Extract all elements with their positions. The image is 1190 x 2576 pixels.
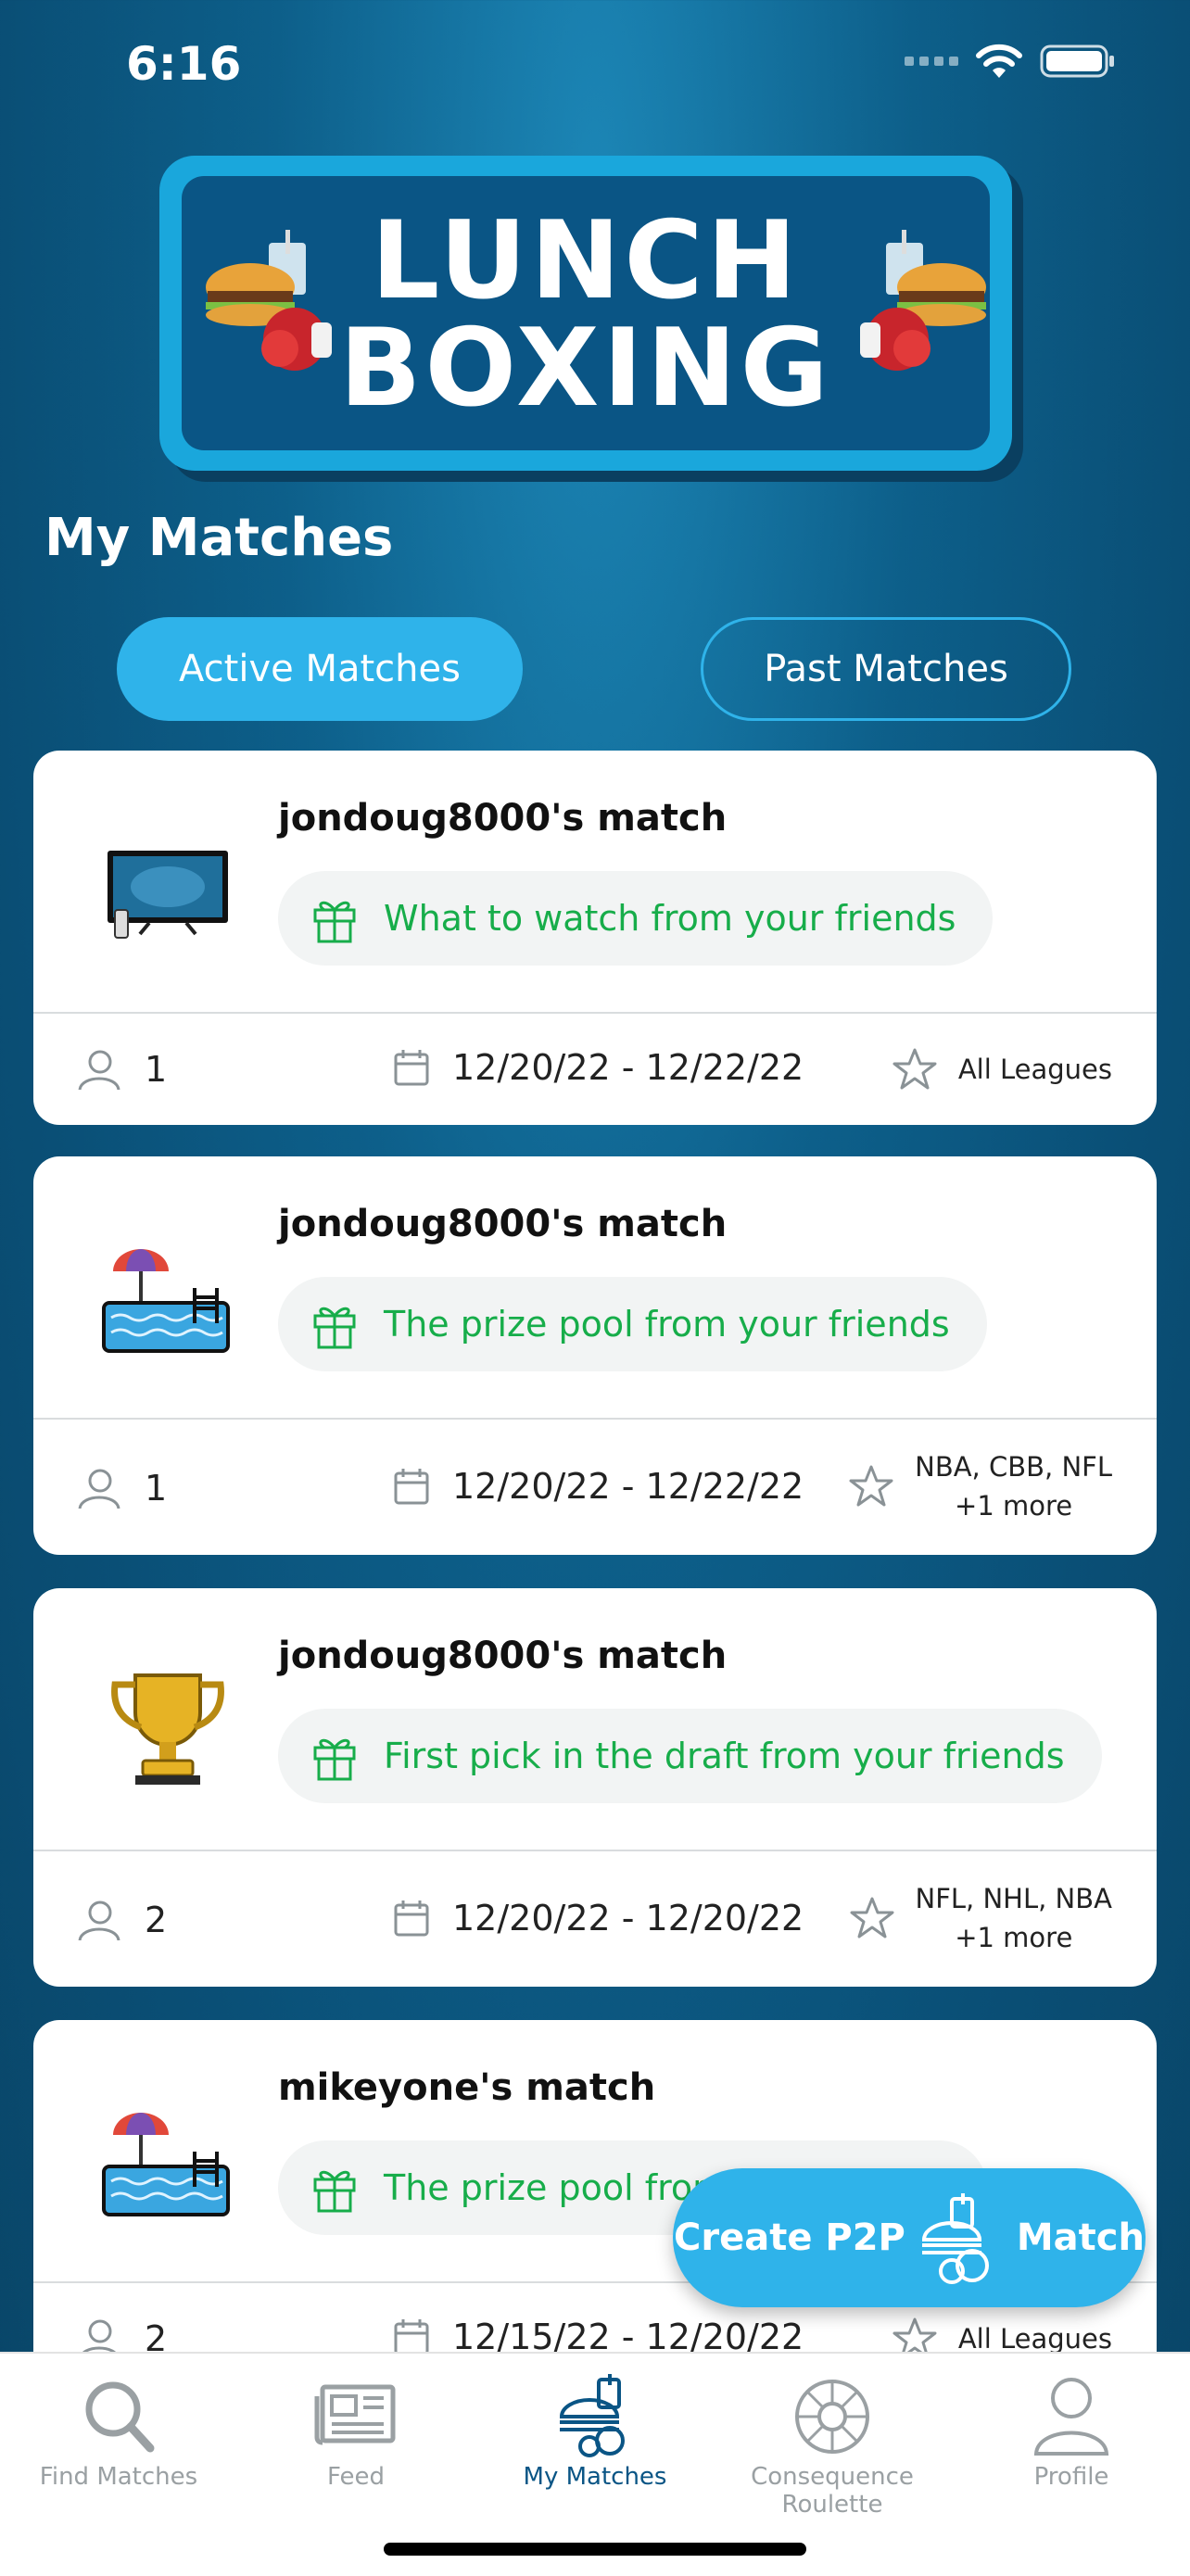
user-icon xyxy=(78,1050,120,1091)
match-leagues: All Leagues xyxy=(892,1047,1112,1092)
match-title: mikeyone's match xyxy=(278,2066,656,2109)
roulette-icon xyxy=(795,2380,869,2454)
user-icon xyxy=(82,2319,116,2352)
status-bar: 6:16 xyxy=(0,0,1190,139)
star-icon xyxy=(892,2317,937,2352)
home-indicator xyxy=(384,2543,806,2556)
match-card[interactable]: jondoug8000's match First pick in the dr… xyxy=(33,1588,1157,1987)
status-icons xyxy=(905,43,1116,80)
calendar-icon xyxy=(394,1050,429,1086)
lunch-box-icon xyxy=(921,2193,989,2284)
star-icon xyxy=(850,1897,893,1938)
gift-icon xyxy=(313,1307,356,1349)
match-dates: 12/15/22 - 12/20/22 xyxy=(393,2317,804,2352)
wifi-icon xyxy=(976,44,1022,78)
players-count: 2 xyxy=(76,2317,167,2352)
user-icon xyxy=(78,1469,120,1509)
trophy-icon xyxy=(111,1673,224,1785)
match-card[interactable]: jondoug8000's match The prize pool from … xyxy=(33,1156,1157,1555)
profile-icon xyxy=(1033,2378,1109,2456)
user-icon xyxy=(78,1900,120,1941)
create-p2p-match-button[interactable]: Create P2P Match xyxy=(673,2168,1146,2307)
burger-glove-icon xyxy=(860,230,986,371)
newspaper-icon xyxy=(314,2384,396,2445)
match-leagues: All Leagues xyxy=(892,2317,1112,2352)
tab-feed[interactable]: Feed xyxy=(263,2374,449,2491)
match-dates: 12/20/22 - 12/22/22 xyxy=(393,1047,804,1088)
gift-icon xyxy=(313,2170,356,2213)
calendar-icon xyxy=(394,2319,429,2352)
calendar-icon xyxy=(394,1469,429,1505)
match-dates: 12/20/22 - 12/20/22 xyxy=(393,1898,804,1938)
pool-icon xyxy=(102,1249,230,1353)
page-title: My Matches xyxy=(44,508,394,568)
search-icon xyxy=(85,2381,155,2453)
past-matches-tab[interactable]: Past Matches xyxy=(701,617,1071,721)
prize-text: The prize pool from your friends xyxy=(384,1304,950,1345)
match-title: jondoug8000's match xyxy=(278,1203,728,1245)
matches-list[interactable]: jondoug8000's match What to watch from y… xyxy=(0,749,1190,2352)
active-matches-tab[interactable]: Active Matches xyxy=(117,617,523,721)
tab-consequence-roulette[interactable]: Consequence Roulette xyxy=(740,2374,925,2519)
match-title: jondoug8000's match xyxy=(278,1635,728,1677)
tab-my-matches[interactable]: My Matches xyxy=(502,2374,688,2491)
tv-icon xyxy=(108,851,228,939)
prize-text: What to watch from your friends xyxy=(384,898,956,939)
star-icon xyxy=(849,1465,893,1507)
players-count: 2 xyxy=(76,1898,167,1942)
pool-icon xyxy=(102,2113,230,2216)
bottom-tab-bar: Find Matches Feed My Matches Consequence… xyxy=(0,2352,1190,2576)
lunch-boxing-logo: LUNCH BOXING xyxy=(159,156,1027,480)
prize-text: First pick in the draft from your friend… xyxy=(384,1736,1065,1776)
players-count: 1 xyxy=(76,1047,167,1092)
tab-profile[interactable]: Profile xyxy=(979,2374,1164,2491)
fab-label-left: Create P2P xyxy=(674,2216,905,2259)
gift-icon xyxy=(313,1738,356,1781)
prize-pill: What to watch from your friends xyxy=(278,871,994,966)
match-dates: 12/20/22 - 12/22/22 xyxy=(393,1466,804,1507)
battery-icon xyxy=(1040,44,1114,78)
match-leagues: NFL, NHL, NBA +1 more xyxy=(849,1879,1112,1957)
prize-pill: The prize pool from your friends xyxy=(278,1277,987,1371)
status-time: 6:16 xyxy=(126,37,242,91)
match-card[interactable]: jondoug8000's match What to watch from y… xyxy=(33,751,1157,1125)
gift-icon xyxy=(313,901,356,943)
fab-label-right: Match xyxy=(1016,2216,1145,2259)
prize-pill: First pick in the draft from your friend… xyxy=(278,1709,1102,1803)
lunch-icon xyxy=(559,2374,625,2457)
match-title: jondoug8000's match xyxy=(278,797,728,840)
burger-glove-icon xyxy=(206,230,332,371)
calendar-icon xyxy=(394,1900,429,1937)
cellular-signal-icon xyxy=(905,57,958,66)
star-icon xyxy=(892,1048,937,1090)
match-leagues: NBA, CBB, NFL +1 more xyxy=(848,1447,1112,1525)
players-count: 1 xyxy=(76,1466,167,1510)
tab-find-matches[interactable]: Find Matches xyxy=(26,2374,211,2491)
